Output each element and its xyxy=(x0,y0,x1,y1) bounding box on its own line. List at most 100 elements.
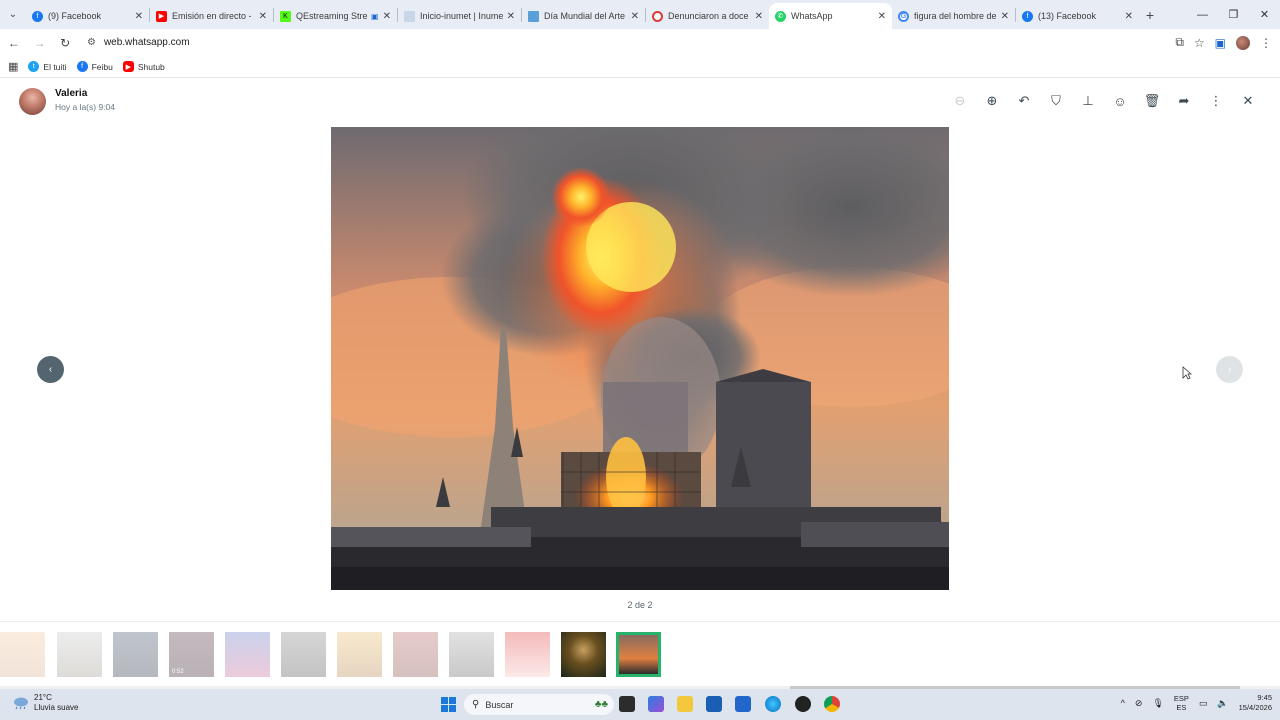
close-tab-icon[interactable]: ✕ xyxy=(135,11,143,22)
keyboard-layout: ES xyxy=(1176,703,1187,712)
close-tab-icon[interactable]: ✕ xyxy=(631,11,639,22)
browser-tab[interactable]: f (13) Facebook ✕ xyxy=(1016,3,1139,29)
media-thumbnail[interactable] xyxy=(281,632,326,677)
bookmark-label: Feibu xyxy=(91,61,113,72)
more-options-icon[interactable]: ⋮ xyxy=(1200,92,1232,110)
file-explorer-icon[interactable] xyxy=(677,696,693,712)
twitter-icon: t xyxy=(28,61,40,72)
media-thumbnail[interactable] xyxy=(113,632,158,677)
media-thumbnail[interactable] xyxy=(393,632,438,677)
browser-tab[interactable]: K QEstreaming Stre ▣ ✕ xyxy=(274,3,397,29)
apps-grid-icon[interactable]: ▦ xyxy=(8,60,18,73)
browser-tab[interactable]: Inicio-inumet | Inume ✕ xyxy=(398,3,521,29)
media-thumbnail[interactable] xyxy=(561,632,606,677)
tab-title: Día Mundial del Arte xyxy=(544,11,626,21)
profile-avatar[interactable] xyxy=(1236,35,1250,50)
reload-icon[interactable]: ↻ xyxy=(53,31,77,55)
close-tab-icon[interactable]: ✕ xyxy=(1125,11,1133,22)
emoji-react-icon[interactable]: ☺ xyxy=(1104,92,1136,110)
media-thumbnail[interactable] xyxy=(57,632,102,677)
language-indicator[interactable]: ESP ES xyxy=(1174,694,1189,712)
zoom-out-icon[interactable]: ⊖ xyxy=(944,92,976,110)
next-media-button[interactable]: › xyxy=(1216,356,1243,383)
video-duration-badge: 0:52 xyxy=(172,669,184,675)
close-tab-icon[interactable]: ✕ xyxy=(1001,11,1009,22)
minimize-icon[interactable]: — xyxy=(1187,0,1218,29)
app-icon[interactable] xyxy=(795,696,811,712)
close-tab-icon[interactable]: ✕ xyxy=(383,11,391,22)
tab-title: (9) Facebook xyxy=(48,11,102,21)
close-tab-icon[interactable]: ✕ xyxy=(259,11,267,22)
taskbar-search[interactable]: ⚲ Buscar ♣♣ xyxy=(464,694,614,715)
browser-tab[interactable]: ▶ Emisión en directo - ✕ xyxy=(150,3,273,29)
media-thumbnail[interactable] xyxy=(0,632,45,677)
tab-title: figura del hombre de xyxy=(914,11,997,21)
close-window-icon[interactable]: ✕ xyxy=(1249,0,1280,29)
whatsapp-icon: ✆ xyxy=(775,10,786,22)
tab-title: Denunciaron a doce xyxy=(668,11,749,21)
windows-start-icon[interactable] xyxy=(441,697,456,712)
pin-icon[interactable]: ⊥ xyxy=(1072,92,1104,110)
zoom-in-icon[interactable]: ⊕ xyxy=(976,92,1008,110)
tab-strip: ⌄ f (9) Facebook ✕ ▶ Emisión en directo … xyxy=(0,0,1280,29)
chrome-icon[interactable] xyxy=(824,696,840,712)
media-counter: 2 de 2 xyxy=(627,600,653,610)
new-tab-icon[interactable]: + xyxy=(1139,7,1161,23)
install-app-icon[interactable]: ⧉ xyxy=(1175,35,1184,50)
edge-icon[interactable] xyxy=(765,696,781,712)
close-tab-icon[interactable]: ✕ xyxy=(878,11,886,22)
browser-tab[interactable]: f (9) Facebook ✕ xyxy=(26,3,149,29)
site-info-icon[interactable]: ⚙ xyxy=(87,37,96,48)
task-view-icon[interactable] xyxy=(619,696,635,712)
bookmark-item[interactable]: t El tuiti xyxy=(28,61,67,72)
media-thumbnail[interactable] xyxy=(225,632,270,677)
media-thumbnail[interactable]: 0:52 xyxy=(169,632,214,677)
restore-icon[interactable]: ❐ xyxy=(1218,0,1249,29)
display-icon[interactable]: ▭ xyxy=(1199,698,1208,709)
microphone-icon[interactable]: 🎙 xyxy=(1152,698,1163,709)
close-tab-icon[interactable]: ✕ xyxy=(755,11,763,22)
media-thumbnail[interactable] xyxy=(449,632,494,677)
tab-title: QEstreaming Stre xyxy=(296,11,368,21)
media-thumbnail[interactable] xyxy=(505,632,550,677)
bookmark-label: Shutub xyxy=(137,61,165,72)
sender-avatar[interactable] xyxy=(19,88,46,115)
browser-tab[interactable]: Día Mundial del Arte ✕ xyxy=(522,3,645,29)
browser-tab[interactable]: G figura del hombre de ✕ xyxy=(892,3,1015,29)
site-icon xyxy=(528,10,539,22)
taskbar-clock[interactable]: 9:45 15/4/2026 xyxy=(1239,693,1272,713)
thumbnail-strip: 0:52 xyxy=(0,621,1280,687)
tray-chevron-icon[interactable]: ^ xyxy=(1121,698,1125,708)
delete-icon[interactable]: 🗑 xyxy=(1136,92,1168,110)
media-thumbnail-selected[interactable] xyxy=(616,632,661,677)
back-arrow-icon[interactable]: ← xyxy=(2,31,26,55)
volume-icon[interactable]: 🔈 xyxy=(1217,698,1228,709)
more-menu-icon[interactable]: ⋮ xyxy=(1260,36,1272,50)
close-tab-icon[interactable]: ✕ xyxy=(507,11,515,22)
youtube-icon: ▶ xyxy=(122,61,134,72)
facebook-icon: f xyxy=(76,61,88,72)
tab-search-chevron-icon[interactable]: ⌄ xyxy=(0,0,26,29)
network-off-icon[interactable]: ⊘ xyxy=(1135,698,1143,709)
address-bar[interactable]: ⚙ web.whatsapp.com xyxy=(80,31,1176,54)
media-image[interactable] xyxy=(331,127,949,590)
widgets-icon[interactable] xyxy=(648,696,664,712)
forward-icon[interactable]: ➦ xyxy=(1168,92,1200,110)
browser-tab-active[interactable]: ✆ WhatsApp ✕ xyxy=(769,3,892,29)
media-thumbnail[interactable] xyxy=(337,632,382,677)
close-viewer-icon[interactable]: ✕ xyxy=(1232,92,1264,110)
browser-tab[interactable]: Denunciaron a doce ✕ xyxy=(646,3,769,29)
reply-icon[interactable]: ↶ xyxy=(1008,92,1040,110)
previous-media-button[interactable]: ‹ xyxy=(37,356,64,383)
outlook-icon[interactable] xyxy=(735,696,751,712)
store-icon[interactable] xyxy=(706,696,722,712)
bookmark-item[interactable]: ▶ Shutub xyxy=(122,61,165,72)
weather-widget[interactable]: 21°C Lluvia suave xyxy=(12,693,78,713)
forward-arrow-icon[interactable]: → xyxy=(28,31,52,55)
viewer-actions: ⊖ ⊕ ↶ ⛉ ⊥ ☺ 🗑 ➦ ⋮ ✕ xyxy=(944,92,1264,110)
bookmark-item[interactable]: f Feibu xyxy=(76,61,113,72)
mouse-cursor-icon xyxy=(1182,366,1192,380)
bookmark-star-icon[interactable]: ☆ xyxy=(1194,36,1205,50)
bookmark-icon[interactable]: ⛉ xyxy=(1040,92,1072,110)
cast-icon[interactable]: ▣ xyxy=(1215,36,1226,50)
